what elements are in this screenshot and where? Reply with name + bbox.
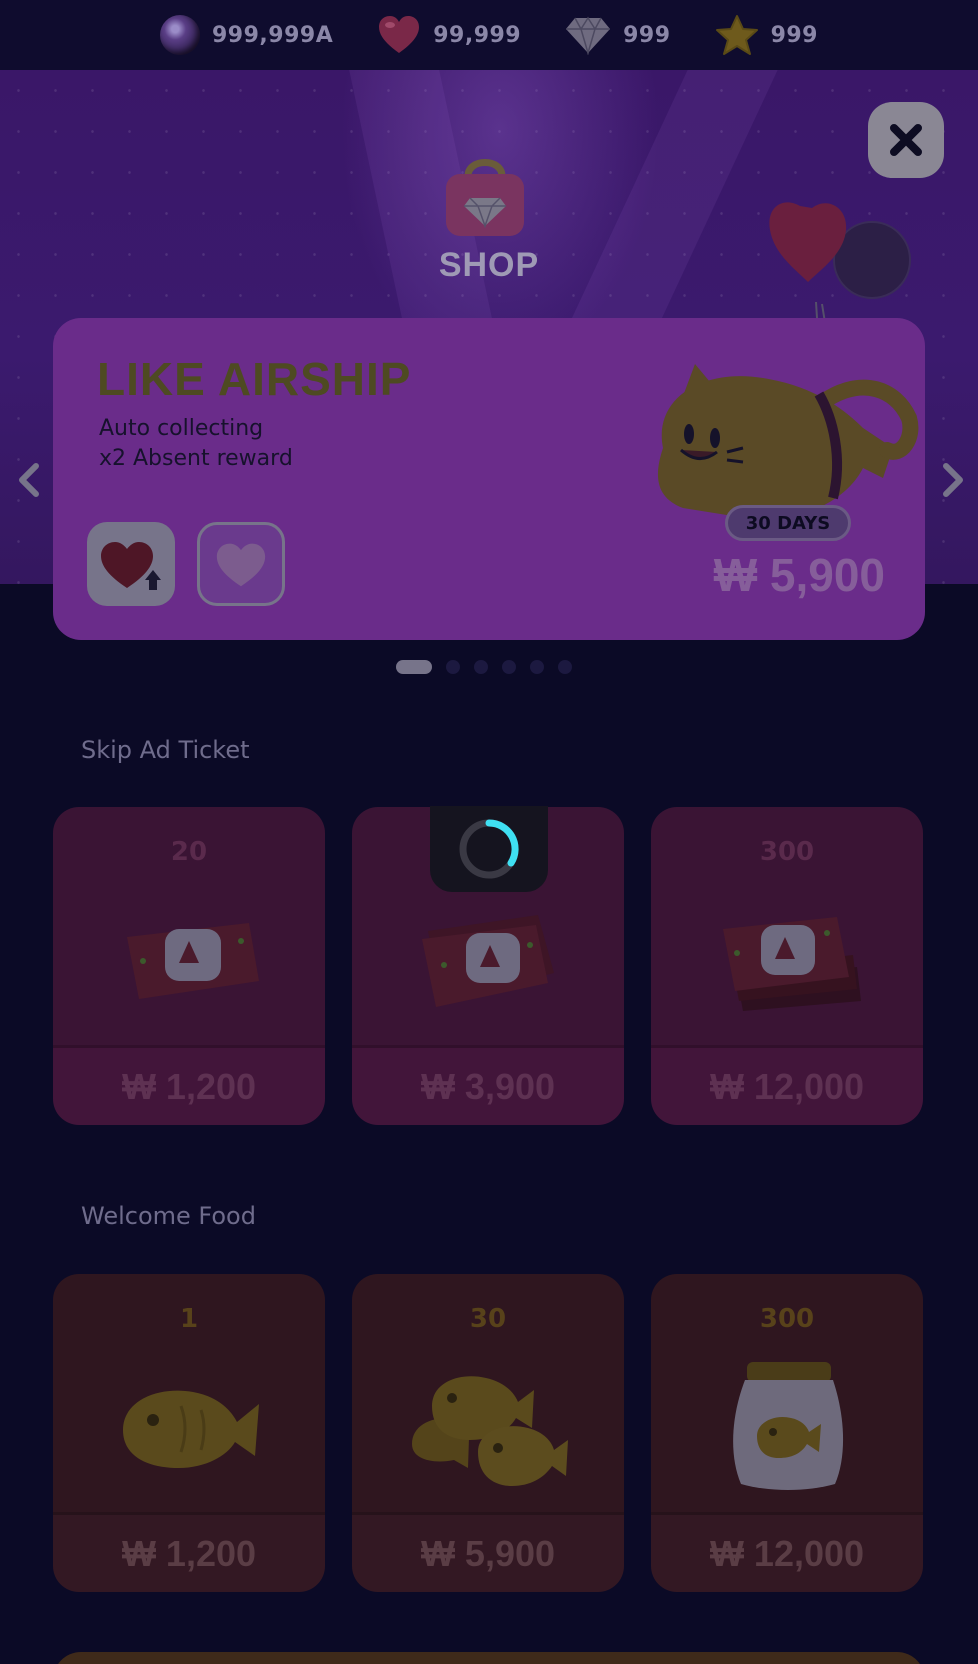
skip-ad-item[interactable]: 20 ₩ 1,200 <box>53 807 325 1125</box>
pager-dot[interactable] <box>530 660 544 674</box>
item-price: ₩ 5,900 <box>420 1532 556 1574</box>
heart-icon <box>379 16 420 53</box>
pager-dot-active[interactable] <box>396 660 432 674</box>
orb-icon <box>159 15 200 55</box>
offer-desc-line2: x2 Absent reward <box>99 446 293 471</box>
duration-badge: 30 DAYS <box>725 505 851 541</box>
close-icon <box>890 124 922 156</box>
next-section-card <box>53 1652 925 1664</box>
airship-offer-card[interactable]: LIKE AIRSHIP Auto collecting x2 Absent r… <box>53 318 925 640</box>
item-qty: 300 <box>759 1304 815 1334</box>
heart-upgrade-icon <box>101 542 161 590</box>
welcome-food-item[interactable]: 300 ₩ 12,000 <box>651 1274 923 1592</box>
ticket-pile-icon <box>723 917 861 1011</box>
loading-indicator <box>430 806 548 892</box>
pager-dot[interactable] <box>446 660 460 674</box>
star-amount: 999 <box>770 22 818 48</box>
item-qty: 30 <box>469 1304 507 1334</box>
offer-desc-line1: Auto collecting <box>99 416 264 441</box>
ticket-stack-icon <box>422 915 554 1007</box>
heart-amount: 99,999 <box>433 22 522 48</box>
currency-star: 999 <box>715 14 818 56</box>
welcome-food-item[interactable]: 30 ₩ 5,900 <box>352 1274 624 1592</box>
fish-cracker-bag-icon <box>733 1362 844 1490</box>
spinner-icon <box>459 819 519 879</box>
pager-dot[interactable] <box>558 660 572 674</box>
currency-gem: 999 <box>565 15 670 55</box>
banner-pager <box>396 660 572 674</box>
section-title-welcome-food: Welcome Food <box>81 1202 256 1230</box>
item-price: ₩ 12,000 <box>709 1065 865 1107</box>
next-arrow-icon[interactable] <box>938 460 968 500</box>
fish-cracker-pile-icon <box>412 1376 568 1486</box>
item-price: ₩ 1,200 <box>121 1532 257 1574</box>
item-price: ₩ 1,200 <box>121 1065 257 1107</box>
cat-character <box>657 364 919 520</box>
perk-heart-up <box>87 522 175 606</box>
offer-price: ₩ 5,900 <box>713 549 885 601</box>
currency-bar: 999,999A 99,999 999 999 <box>0 0 978 70</box>
currency-orb: 999,999A <box>159 15 334 55</box>
shop-bag-icon <box>446 159 524 236</box>
prev-arrow-icon[interactable] <box>14 460 44 500</box>
pager-dot[interactable] <box>502 660 516 674</box>
welcome-food-item[interactable]: 1 ₩ 1,200 <box>53 1274 325 1592</box>
gem-icon <box>566 16 611 55</box>
skip-ad-item[interactable]: 300 ₩ 12,000 <box>651 807 923 1125</box>
orb-amount: 999,999A <box>211 22 334 48</box>
item-price: ₩ 3,900 <box>420 1065 556 1107</box>
pager-dot[interactable] <box>474 660 488 674</box>
gem-amount: 999 <box>623 22 671 48</box>
fish-cracker-icon <box>123 1390 259 1468</box>
ticket-icon <box>127 923 259 999</box>
offer-title: LIKE AIRSHIP <box>97 353 412 405</box>
perk-heart <box>197 522 285 606</box>
currency-heart: 99,999 <box>377 15 521 55</box>
star-icon <box>715 15 758 55</box>
item-qty: 1 <box>179 1304 199 1334</box>
section-title-skip-ad: Skip Ad Ticket <box>81 736 250 764</box>
item-qty: 20 <box>170 837 208 867</box>
item-qty: 300 <box>759 837 815 867</box>
heart-icon <box>216 543 266 587</box>
close-button[interactable] <box>868 102 944 178</box>
item-price: ₩ 12,000 <box>709 1532 865 1574</box>
